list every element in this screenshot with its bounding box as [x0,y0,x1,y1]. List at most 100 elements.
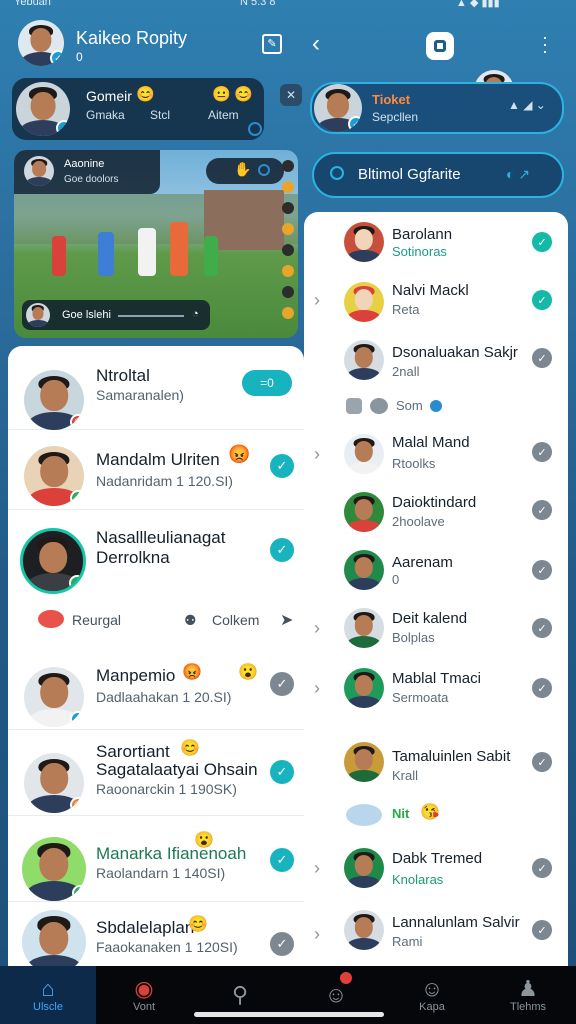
contact-item[interactable]: › Malal Mand Rtoolks ✓ [304,432,568,488]
list-name: Ntroltal [96,366,150,385]
video-caption-bar[interactable]: Goe lslehi ◔ [22,300,210,330]
filter-icon[interactable]: ◐ ↗ [506,166,530,183]
profile-avatar[interactable]: ✓ [18,20,64,66]
contact-avatar [344,434,384,474]
check-icon[interactable]: ✓ [532,678,552,698]
chevron-right-icon[interactable]: › [314,678,320,699]
check-icon[interactable]: ✓ [532,858,552,878]
status-bar: Yebuan N 5:3 8 ▲ ◆ ▮▮▮ [0,0,576,12]
contact-avatar [344,742,384,782]
card-name: Gomeir [86,88,132,104]
nav-home[interactable]: ⌂ Ulscle [0,966,96,1024]
reurgal-icon[interactable] [38,610,64,628]
contact-name: Nalvi Mackl [392,282,469,299]
contact-sub: 2hoolave [392,514,445,529]
contact-item[interactable]: Aarenam 0 ✓ [304,550,568,606]
right-top-card[interactable]: ✓ Tioket Sepcllen ▲ ◢ ⌄ [310,82,564,134]
filter-label-2[interactable]: Colkem [212,612,259,628]
status-time-right: N 5:3 8 [240,0,276,8]
contact-item[interactable]: › Dabk Tremed Knolaras ✓ [304,848,568,904]
contact-avatar [344,282,384,322]
status-icon: ◉ [70,796,84,813]
people-icon[interactable]: ⚉ [184,612,197,629]
join-button[interactable]: =0 [242,370,292,396]
video-figure [52,236,66,276]
check-icon[interactable]: ✓ [270,932,294,956]
list-item[interactable]: ◉ Ntroltal Samaranalen) =0 [8,346,304,430]
progress-bar[interactable] [118,315,184,317]
caption-avatar [26,303,50,327]
notification-badge [340,972,352,984]
contact-item[interactable]: › Nalvi Mackl Reta ✓ [304,280,568,336]
check-icon[interactable]: ✓ [532,442,552,462]
check-icon[interactable]: ✓ [532,500,552,520]
check-icon[interactable]: ✓ [532,232,552,252]
host-avatar [24,156,54,186]
list-item[interactable]: ✓ Nasallleulianagat Derrolkna ✓ [8,510,304,596]
nav-label: Vont [132,1001,156,1013]
list-item[interactable]: ✓ Manpemio 😡 😮 Dadlaahakan 1 20.SI) ✓ [8,644,304,730]
check-icon[interactable]: ✓ [532,752,552,772]
check-icon[interactable]: ✓ [270,848,294,872]
nav-profile[interactable]: ♟ Tlehms [480,966,576,1024]
contact-item[interactable]: Dsonaluakan Sakjr 2nall ✓ [304,338,568,394]
smile-icon: ☺ [420,976,444,1001]
chevron-right-icon[interactable]: › [314,618,320,639]
list-avatar: ✓ [24,666,84,727]
search-bar[interactable]: Bltimol Ggfarite ◐ ↗ [312,152,564,198]
check-icon[interactable]: ✓ [532,290,552,310]
contact-item[interactable]: › Mablal Tmaci Sermoata ✓ [304,668,568,724]
contact-sub: Sotinoras [392,244,447,259]
close-icon[interactable]: ✕ [280,84,302,106]
check-icon[interactable]: ✓ [270,538,294,562]
contact-avatar [344,668,384,708]
list-item[interactable]: ✓ Manarka Ifianenoah 😮 Raolandarn 1 140S… [8,816,304,902]
list-name: Manpemio [96,666,176,685]
left-top-card[interactable]: ✓ Gomeir 😊 😐 😊 Gmaka Stcl Aitem [12,78,264,140]
contact-avatar [344,848,384,888]
list-sub: Samaranalen) [96,387,184,403]
camera-button[interactable] [426,32,454,60]
contact-item[interactable]: › Deit kalend Bolplas ✓ [304,608,568,664]
nav-kapa[interactable]: ☺ Kapa [384,966,480,1024]
list-item[interactable]: ✓ Mandalm Ulriten 😡 Nadanridam 1 120.SI)… [8,430,304,510]
check-icon[interactable]: ✓ [532,618,552,638]
check-icon[interactable]: ✓ [532,560,552,580]
edit-icon[interactable]: ✎ [262,34,282,54]
chevron-right-icon[interactable]: › [314,924,320,945]
camera-icon [434,40,446,52]
contact-sub: Krall [392,768,419,783]
contact-sub: Sermoata [392,690,449,705]
check-icon[interactable]: ✓ [532,920,552,940]
list-item[interactable]: ◉ Sarortiant 😊 Sagatalaatyai Ohsain Raoo… [8,730,304,816]
video-card[interactable]: Aaonine Goe doolors ✋ Goe lslehi ◔ [14,150,298,338]
chevron-right-icon[interactable]: › [314,858,320,879]
page-title: Kaikeo Ropity [76,28,188,48]
contact-item[interactable]: Tamaluinlen Sabit Krall ✓ [304,742,568,798]
comment-icon[interactable]: ◔ [192,308,199,320]
list-avatar: ✓ [22,836,86,901]
contact-sub: Reta [392,302,420,317]
contact-item[interactable]: › Lannalunlam Salvir Rami ✓ [304,908,568,964]
check-icon[interactable]: ✓ [270,760,294,784]
search-input[interactable]: Bltimol Ggfarite [358,166,461,183]
video-controls[interactable]: ✋ [206,158,284,184]
chevron-right-icon[interactable]: › [314,444,320,465]
more-icon[interactable]: · · · [540,28,550,60]
send-icon[interactable]: ➤ [280,610,293,630]
list-name: Sarortiant [96,742,170,761]
filter-label-1[interactable]: Reurgal [72,612,121,628]
list-item[interactable]: Sbdalelaplan 😊 Faaokanaken 1 120SI) ✓ [8,902,304,974]
chevron-right-icon[interactable]: › [314,290,320,311]
check-icon[interactable]: ✓ [270,672,294,696]
check-icon[interactable]: ✓ [270,454,294,478]
sticker-icon [346,804,382,826]
check-icon[interactable]: ✓ [532,348,552,368]
contact-item[interactable]: Daioktindard 2hoolave ✓ [304,490,568,546]
contact-name: Mablal Tmaci [392,670,481,687]
card-actions-icon[interactable]: ▲ ◢ ⌄ [508,98,546,112]
back-icon[interactable]: ‹ [312,32,320,56]
contact-item[interactable]: Barolann Sotinoras ✓ [304,220,568,276]
contact-name: Tamaluinlen Sabit [392,748,511,765]
nav-vont[interactable]: ◉ Vont [96,966,192,1024]
